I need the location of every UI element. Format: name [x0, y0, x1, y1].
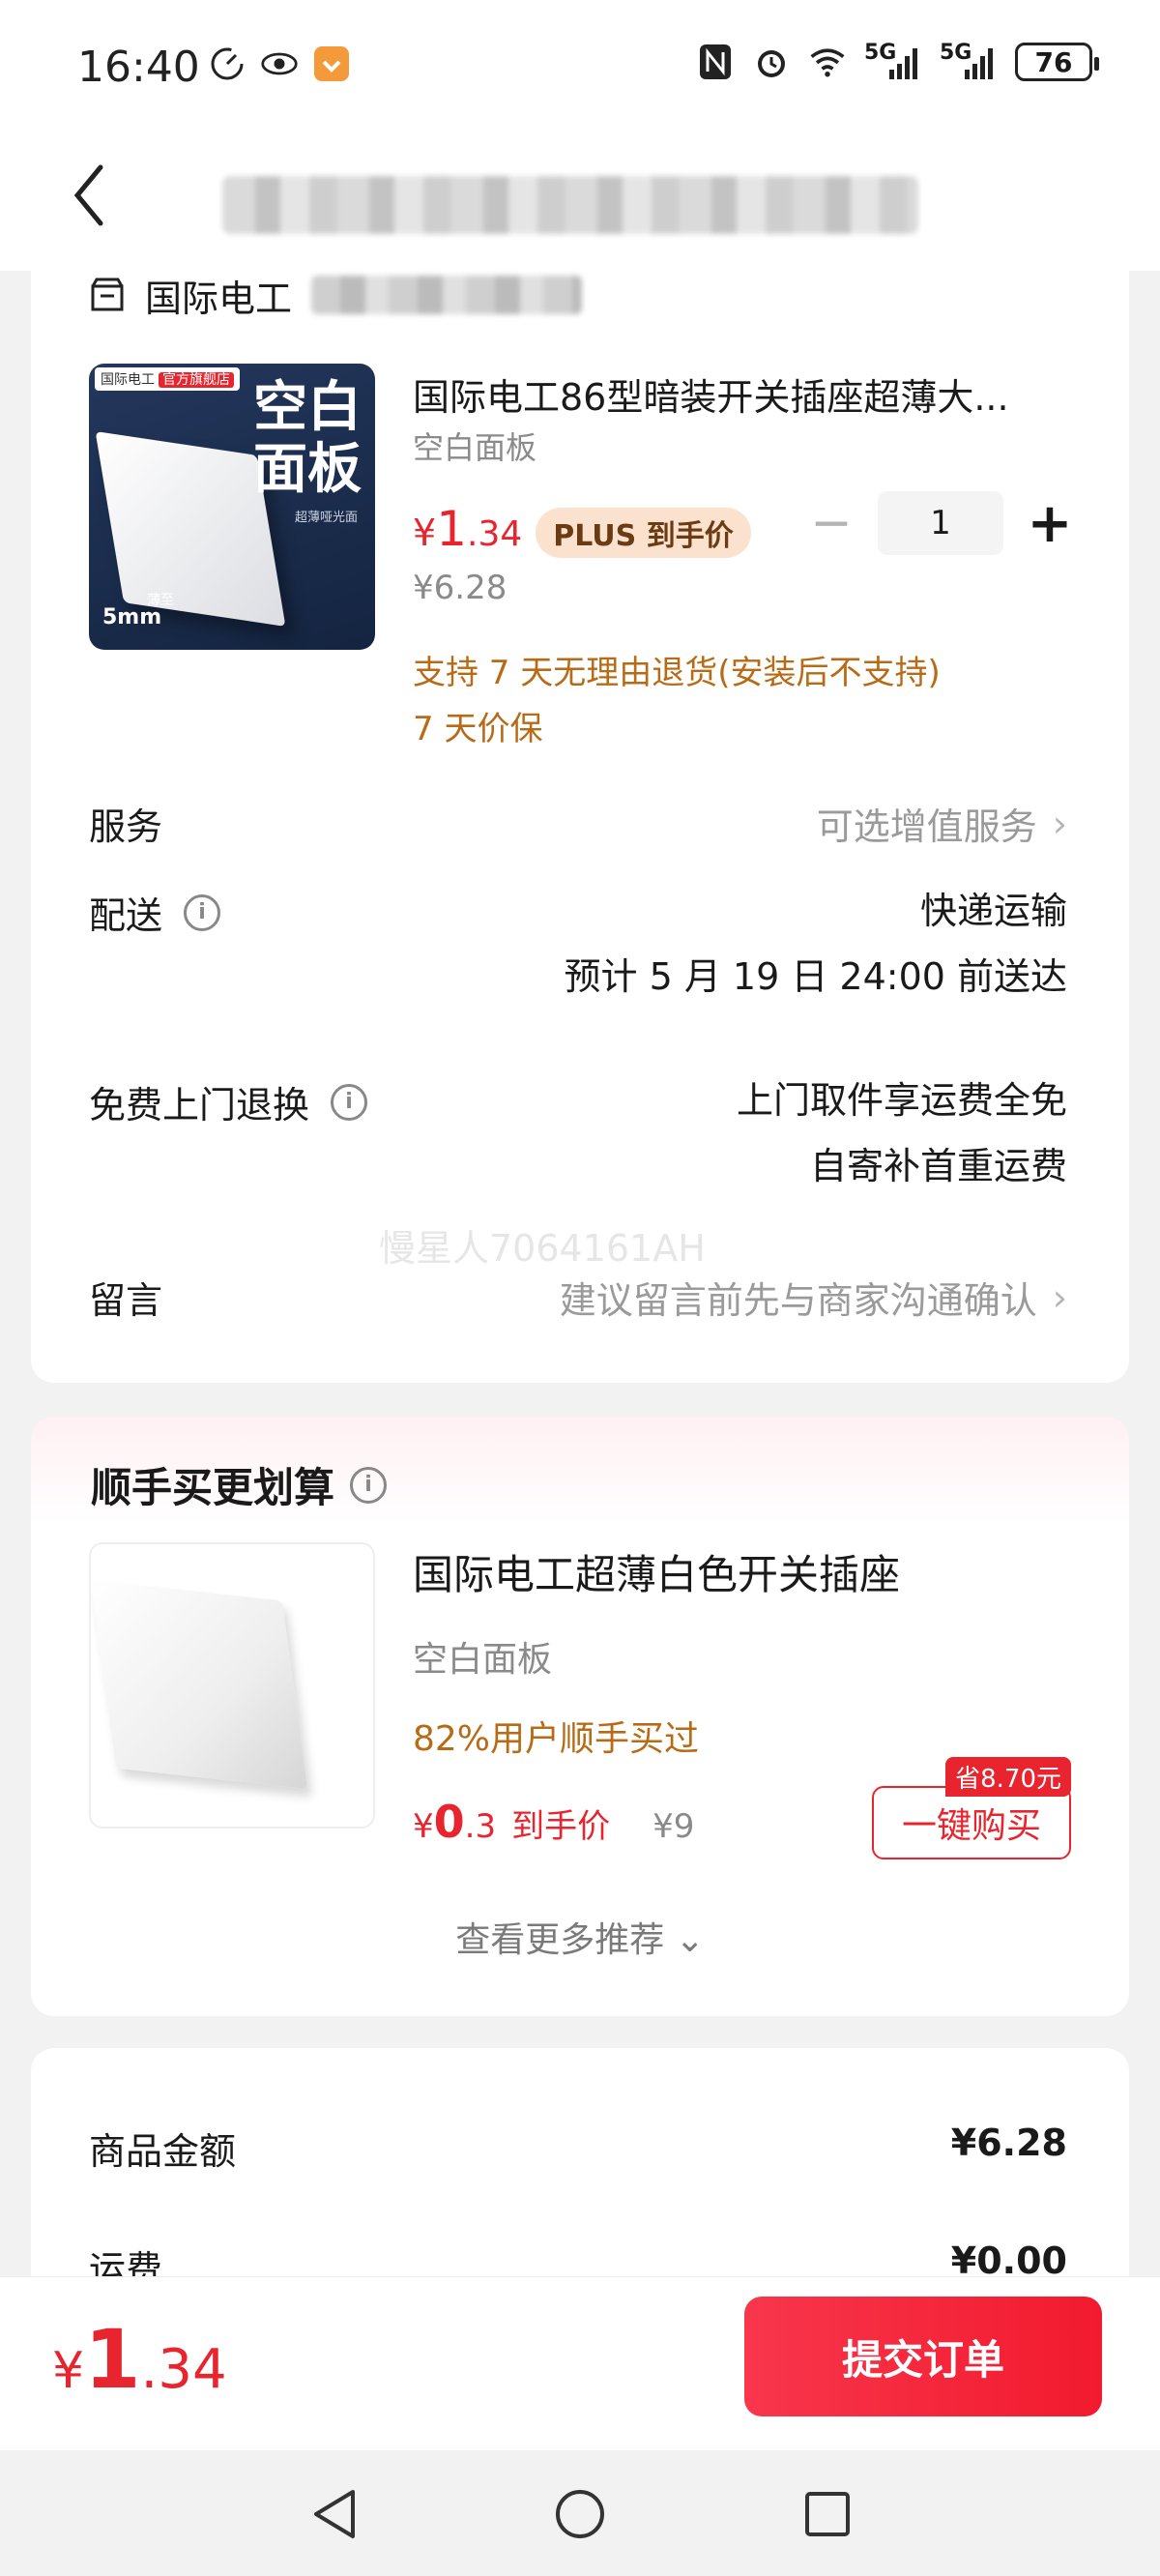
- battery-icon: 76: [1015, 43, 1099, 81]
- signal-icon: 5G: [940, 43, 998, 81]
- status-bar: 16:40 5G 5G 76: [0, 0, 1160, 135]
- system-recents-button[interactable]: [798, 2485, 856, 2543]
- price-protection: 7 天价保: [413, 710, 543, 748]
- recommendation-price: ¥0.3: [413, 1796, 497, 1848]
- recommendation-name[interactable]: 国际电工超薄白色开关插座: [413, 1542, 900, 1601]
- eye-icon: [260, 44, 299, 83]
- info-icon[interactable]: i: [331, 1083, 368, 1121]
- recommendation-bought: 82%用户顺手买过: [413, 1719, 700, 1759]
- status-right-icons: 5G 5G 76: [696, 43, 1099, 81]
- return-service-label: 免费上门退换 i: [89, 1075, 368, 1128]
- watermark: 慢星人7064161AH: [379, 1227, 706, 1270]
- chevron-right-icon: ›: [1052, 802, 1067, 845]
- image-thickness: 5mm: [102, 605, 162, 629]
- alarm-icon: [752, 43, 791, 81]
- app-notification-icon: [312, 44, 351, 83]
- nav-bar: [0, 135, 1160, 271]
- submit-order-button[interactable]: 提交订单: [744, 2297, 1102, 2416]
- status-time: 16:40: [77, 43, 200, 92]
- increase-quantity-button[interactable]: +: [1028, 492, 1073, 555]
- image-subtext: 超薄哑光面: [294, 511, 358, 525]
- wifi-icon: [808, 43, 847, 81]
- original-price: ¥6.28: [413, 569, 508, 607]
- recommendation-title: 顺手买更划算 i: [91, 1455, 388, 1514]
- product-price-row: ¥1.34 PLUS 到手价: [413, 501, 751, 558]
- service-selector[interactable]: 可选增值服务 ›: [817, 797, 1067, 850]
- checkout-bar: ¥1.34 提交订单: [0, 2276, 1160, 2450]
- save-badge: 省8.70元: [945, 1757, 1071, 1797]
- blurred-page-title: [222, 176, 918, 234]
- chevron-left-icon: [73, 164, 103, 226]
- return-policy: 支持 7 天无理由退货(安装后不支持): [413, 654, 941, 692]
- product-spec[interactable]: 空白面板: [413, 424, 536, 468]
- recommendation-price-row: ¥0.3 到手价 ¥9: [413, 1796, 694, 1848]
- recommendation-spec: 空白面板: [413, 1640, 553, 1680]
- shop-name-blurred: [311, 276, 583, 314]
- status-left-icons: [208, 44, 351, 83]
- panel-illustration: [91, 1579, 308, 1790]
- message-label: 留言: [89, 1279, 163, 1322]
- service-label: 服务: [89, 805, 163, 848]
- shop-name: 国际电工: [145, 277, 293, 320]
- message-field[interactable]: 建议留言前先与商家沟通确认 ›: [560, 1271, 1067, 1324]
- delivery-info: 快递运输 预计 5 月 19 日 24:00 前送达: [564, 890, 1067, 998]
- product-title[interactable]: 国际电工86型暗装开关插座超薄大...: [413, 367, 1109, 421]
- product-image[interactable]: 国际电工 官方旗舰店 空白 面板 超薄哑光面 薄至 5mm: [89, 364, 375, 650]
- image-brand-tag: 国际电工 官方旗舰店: [95, 367, 240, 391]
- square-recents-icon: [805, 2492, 850, 2536]
- system-navigation-bar: [0, 2450, 1160, 2576]
- recommendation-card: 顺手买更划算 i 国际电工超薄白色开关插座 空白面板 82%用户顺手买过 ¥0.3…: [31, 1417, 1129, 2016]
- circle-home-icon: [556, 2490, 604, 2538]
- system-back-button[interactable]: [305, 2485, 363, 2543]
- speed-icon: [208, 44, 246, 83]
- return-service-info: 上门取件享运费全免 自寄补首重运费: [736, 1079, 1067, 1187]
- nfc-icon: [696, 43, 735, 81]
- delivery-label: 配送 i: [89, 886, 221, 939]
- decrease-quantity-button[interactable]: −: [810, 494, 853, 552]
- triangle-back-icon: [314, 2490, 355, 2538]
- quantity-stepper: − 1 +: [810, 491, 1073, 555]
- signal-icon: 5G: [864, 43, 922, 81]
- shop-icon: [91, 278, 124, 311]
- more-recommendations-link[interactable]: 查看更多推荐 ⌄: [31, 1912, 1129, 1962]
- info-icon[interactable]: i: [184, 893, 221, 931]
- shop-row[interactable]: 国际电工: [89, 271, 583, 320]
- plus-price-badge: PLUS 到手价: [536, 508, 751, 558]
- system-home-button[interactable]: [551, 2485, 609, 2543]
- product-price: ¥1.34: [413, 501, 523, 557]
- total-price: ¥1.34: [52, 2312, 227, 2407]
- chevron-right-icon: ›: [1052, 1275, 1067, 1319]
- recommendation-price-suffix: 到手价: [511, 1807, 611, 1846]
- recommendation-image[interactable]: [89, 1542, 375, 1829]
- info-icon[interactable]: i: [350, 1466, 388, 1504]
- back-button[interactable]: [60, 157, 118, 234]
- order-item-card: 国际电工 国际电工 官方旗舰店 空白 面板 超薄哑光面 薄至 5mm 国际电工86型…: [31, 271, 1129, 1383]
- image-headline: 空白 面板: [253, 376, 362, 501]
- quantity-input[interactable]: 1: [878, 491, 1003, 555]
- recommendation-original-price: ¥9: [652, 1807, 695, 1846]
- goods-amount-row: 商品金额 ¥6.28: [89, 2122, 1067, 2173]
- one-click-buy-button[interactable]: 一键购买: [872, 1786, 1071, 1859]
